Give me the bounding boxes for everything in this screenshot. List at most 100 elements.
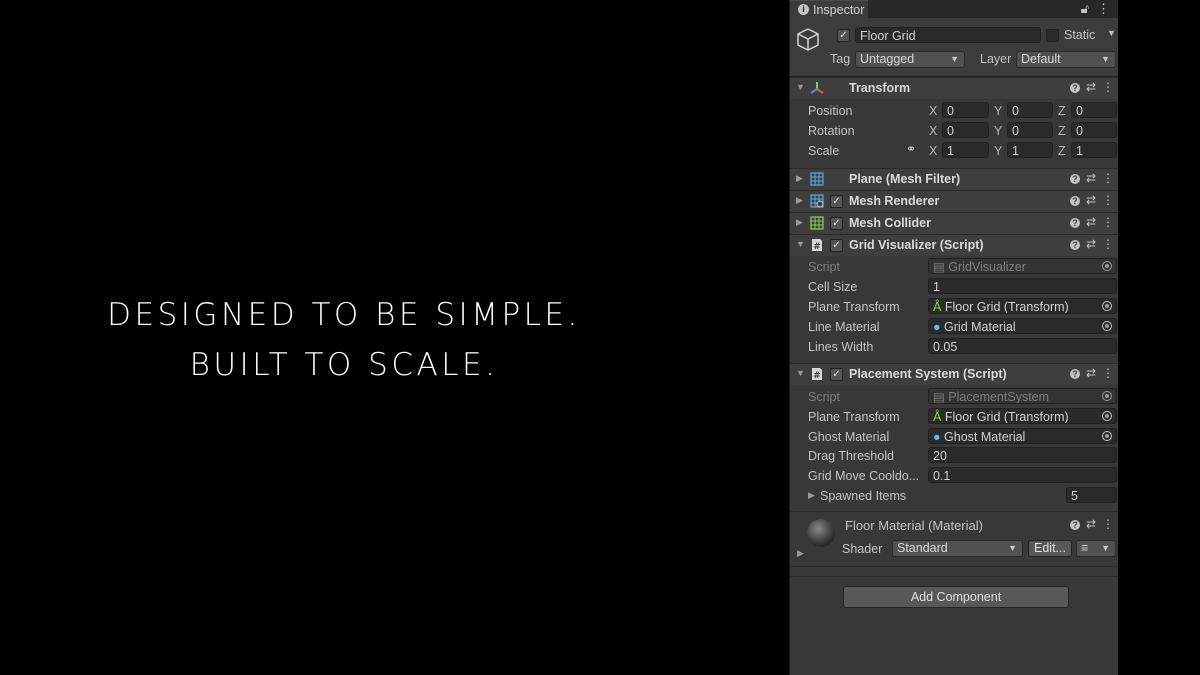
add-component-button[interactable]: Add Component — [843, 586, 1069, 608]
kebab-menu-icon[interactable]: ⋮ — [1097, 1, 1110, 16]
separator — [790, 566, 1118, 567]
mesh-collider-header[interactable]: ▶ ✓ Mesh Collider ? ⇄ ⋮ — [790, 212, 1118, 234]
tab-bar: i Inspector 🔓︎ ⋮ — [790, 0, 1118, 19]
shader-dropdown-value: Standard — [897, 541, 948, 555]
static-toggle[interactable] — [1046, 29, 1059, 42]
ghost-material-label: Ghost Material — [808, 430, 890, 444]
help-icon[interactable]: ? — [1069, 82, 1080, 93]
rotation-z-field[interactable]: 0 — [1071, 122, 1117, 138]
link-chain-icon[interactable]: ⚭ — [906, 142, 916, 156]
grid-visualizer-header[interactable]: ▼ # ✓ Grid Visualizer (Script) ? ⇄ ⋮ — [790, 234, 1118, 256]
help-icon[interactable]: ? — [1069, 195, 1080, 206]
active-toggle[interactable]: ✓ — [837, 29, 850, 42]
preset-sliders-icon[interactable]: ⇄ — [1086, 366, 1096, 380]
rotation-x-field[interactable]: 0 — [942, 122, 989, 138]
tab-inspector[interactable]: i Inspector — [790, 0, 868, 19]
inspector-panel: i Inspector 🔓︎ ⋮ ✓ Floor Grid Static ▼ Ta… — [789, 0, 1118, 675]
help-icon[interactable]: ? — [1069, 368, 1080, 379]
transform-header[interactable]: ▼ Transform ? ⇄ ⋮ — [790, 77, 1118, 99]
chevron-down-icon: ▼ — [950, 54, 959, 64]
material-preview-sphere-icon — [807, 519, 835, 547]
axis-y-label: Y — [994, 124, 1003, 138]
foldout-open-icon[interactable]: ▼ — [796, 239, 805, 249]
axis-z-label: Z — [1058, 124, 1066, 138]
grid-move-cooldown-field[interactable]: 0.1 — [928, 467, 1117, 483]
foldout-closed-icon[interactable]: ▶ — [796, 195, 803, 206]
object-picker-icon[interactable] — [1102, 301, 1112, 311]
preset-sliders-icon[interactable]: ⇄ — [1086, 517, 1096, 531]
rotation-y-field[interactable]: 0 — [1007, 122, 1053, 138]
foldout-closed-icon[interactable]: ▶ — [796, 217, 803, 228]
cell-size-field[interactable]: 1 — [928, 278, 1117, 294]
mesh-filter-header[interactable]: ▶ Plane (Mesh Filter) ? ⇄ ⋮ — [790, 168, 1118, 190]
mesh-renderer-header[interactable]: ▶ ✓ Mesh Renderer ? ⇄ ⋮ — [790, 190, 1118, 212]
ghost-material-field[interactable]: ● Ghost Material — [928, 428, 1117, 444]
help-icon[interactable]: ? — [1069, 173, 1080, 184]
tag-label: Tag — [830, 52, 851, 66]
foldout-closed-icon[interactable]: ▶ — [808, 490, 815, 501]
foldout-closed-icon[interactable]: ▶ — [796, 173, 803, 184]
preset-sliders-icon[interactable]: ⇄ — [1086, 171, 1096, 185]
shader-label: Shader — [842, 542, 883, 556]
preset-sliders-icon[interactable]: ⇄ — [1086, 193, 1096, 207]
scale-y-field[interactable]: 1 — [1007, 142, 1053, 158]
ghost-material-value: Ghost Material — [944, 430, 1026, 444]
placement-system-enabled-toggle[interactable]: ✓ — [830, 368, 843, 381]
component-tools: ? ⇄ ⋮ — [1064, 171, 1114, 185]
kebab-menu-icon[interactable]: ⋮ — [1102, 215, 1114, 229]
kebab-menu-icon[interactable]: ⋮ — [1102, 237, 1114, 251]
help-icon[interactable]: ? — [1069, 239, 1080, 250]
static-label: Static — [1064, 28, 1096, 42]
static-dropdown-arrow-icon[interactable]: ▼ — [1107, 28, 1116, 38]
preset-sliders-icon[interactable]: ⇄ — [1086, 80, 1096, 94]
scale-x-field[interactable]: 1 — [942, 142, 989, 158]
kebab-menu-icon[interactable]: ⋮ — [1102, 193, 1114, 207]
help-icon[interactable]: ? — [1069, 519, 1080, 530]
position-y-field[interactable]: 0 — [1007, 102, 1053, 118]
layer-dropdown-value: Default — [1021, 52, 1061, 66]
plane-transform-label: Plane Transform — [808, 410, 900, 424]
lines-width-field[interactable]: 0.05 — [928, 338, 1117, 354]
foldout-closed-icon[interactable]: ▶ — [797, 548, 804, 559]
preset-sliders-icon[interactable]: ⇄ — [1086, 237, 1096, 251]
mesh-renderer-enabled-toggle[interactable]: ✓ — [830, 195, 843, 208]
grid-visualizer-enabled-toggle[interactable]: ✓ — [830, 239, 843, 252]
kebab-menu-icon[interactable]: ⋮ — [1102, 366, 1114, 380]
plane-transform-field[interactable]: Å Floor Grid (Transform) — [928, 408, 1117, 424]
info-icon: i — [798, 4, 809, 15]
position-x-field[interactable]: 0 — [942, 102, 989, 118]
kebab-menu-icon[interactable]: ⋮ — [1102, 80, 1114, 94]
placement-system-header[interactable]: ▼ # ✓ Placement System (Script) ? ⇄ ⋮ — [790, 363, 1118, 385]
preset-sliders-icon[interactable]: ⇄ — [1086, 215, 1096, 229]
position-label: Position — [808, 104, 853, 118]
lock-icon[interactable]: 🔓︎ — [1081, 1, 1089, 16]
object-name-field[interactable]: Floor Grid — [855, 27, 1041, 43]
drag-threshold-field[interactable]: 20 — [928, 447, 1117, 463]
object-picker-icon[interactable] — [1102, 431, 1112, 441]
shader-options-dropdown[interactable]: ≡ ▼ — [1076, 540, 1116, 557]
edit-shader-button[interactable]: Edit... — [1028, 540, 1072, 557]
position-z-field[interactable]: 0 — [1071, 102, 1117, 118]
layer-dropdown[interactable]: Default ▼ — [1016, 51, 1116, 68]
mesh-collider-enabled-toggle[interactable]: ✓ — [830, 217, 843, 230]
help-icon[interactable]: ? — [1069, 217, 1080, 228]
spawned-items-label: Spawned Items — [820, 489, 907, 503]
object-picker-icon[interactable] — [1102, 411, 1112, 421]
line-material-field[interactable]: ● Grid Material — [928, 318, 1117, 334]
shader-dropdown[interactable]: Standard ▼ — [892, 540, 1023, 557]
foldout-open-icon[interactable]: ▼ — [796, 368, 805, 378]
lines-width-label: Lines Width — [808, 340, 874, 354]
line-material-label: Line Material — [808, 320, 880, 334]
tag-dropdown[interactable]: Untagged ▼ — [855, 51, 965, 68]
transform-small-icon: Å — [933, 300, 942, 314]
scale-z-field[interactable]: 1 — [1071, 142, 1117, 158]
gameobject-cube-icon[interactable] — [796, 26, 822, 52]
kebab-menu-icon[interactable]: ⋮ — [1102, 171, 1114, 185]
kebab-menu-icon[interactable]: ⋮ — [1102, 517, 1114, 531]
plane-transform-field[interactable]: Å Floor Grid (Transform) — [928, 298, 1117, 314]
spawned-items-count-field[interactable]: 5 — [1066, 487, 1117, 503]
foldout-open-icon[interactable]: ▼ — [796, 82, 805, 92]
object-picker-icon[interactable] — [1102, 321, 1112, 331]
plane-transform-label: Plane Transform — [808, 300, 900, 314]
axis-x-label: X — [929, 104, 938, 118]
